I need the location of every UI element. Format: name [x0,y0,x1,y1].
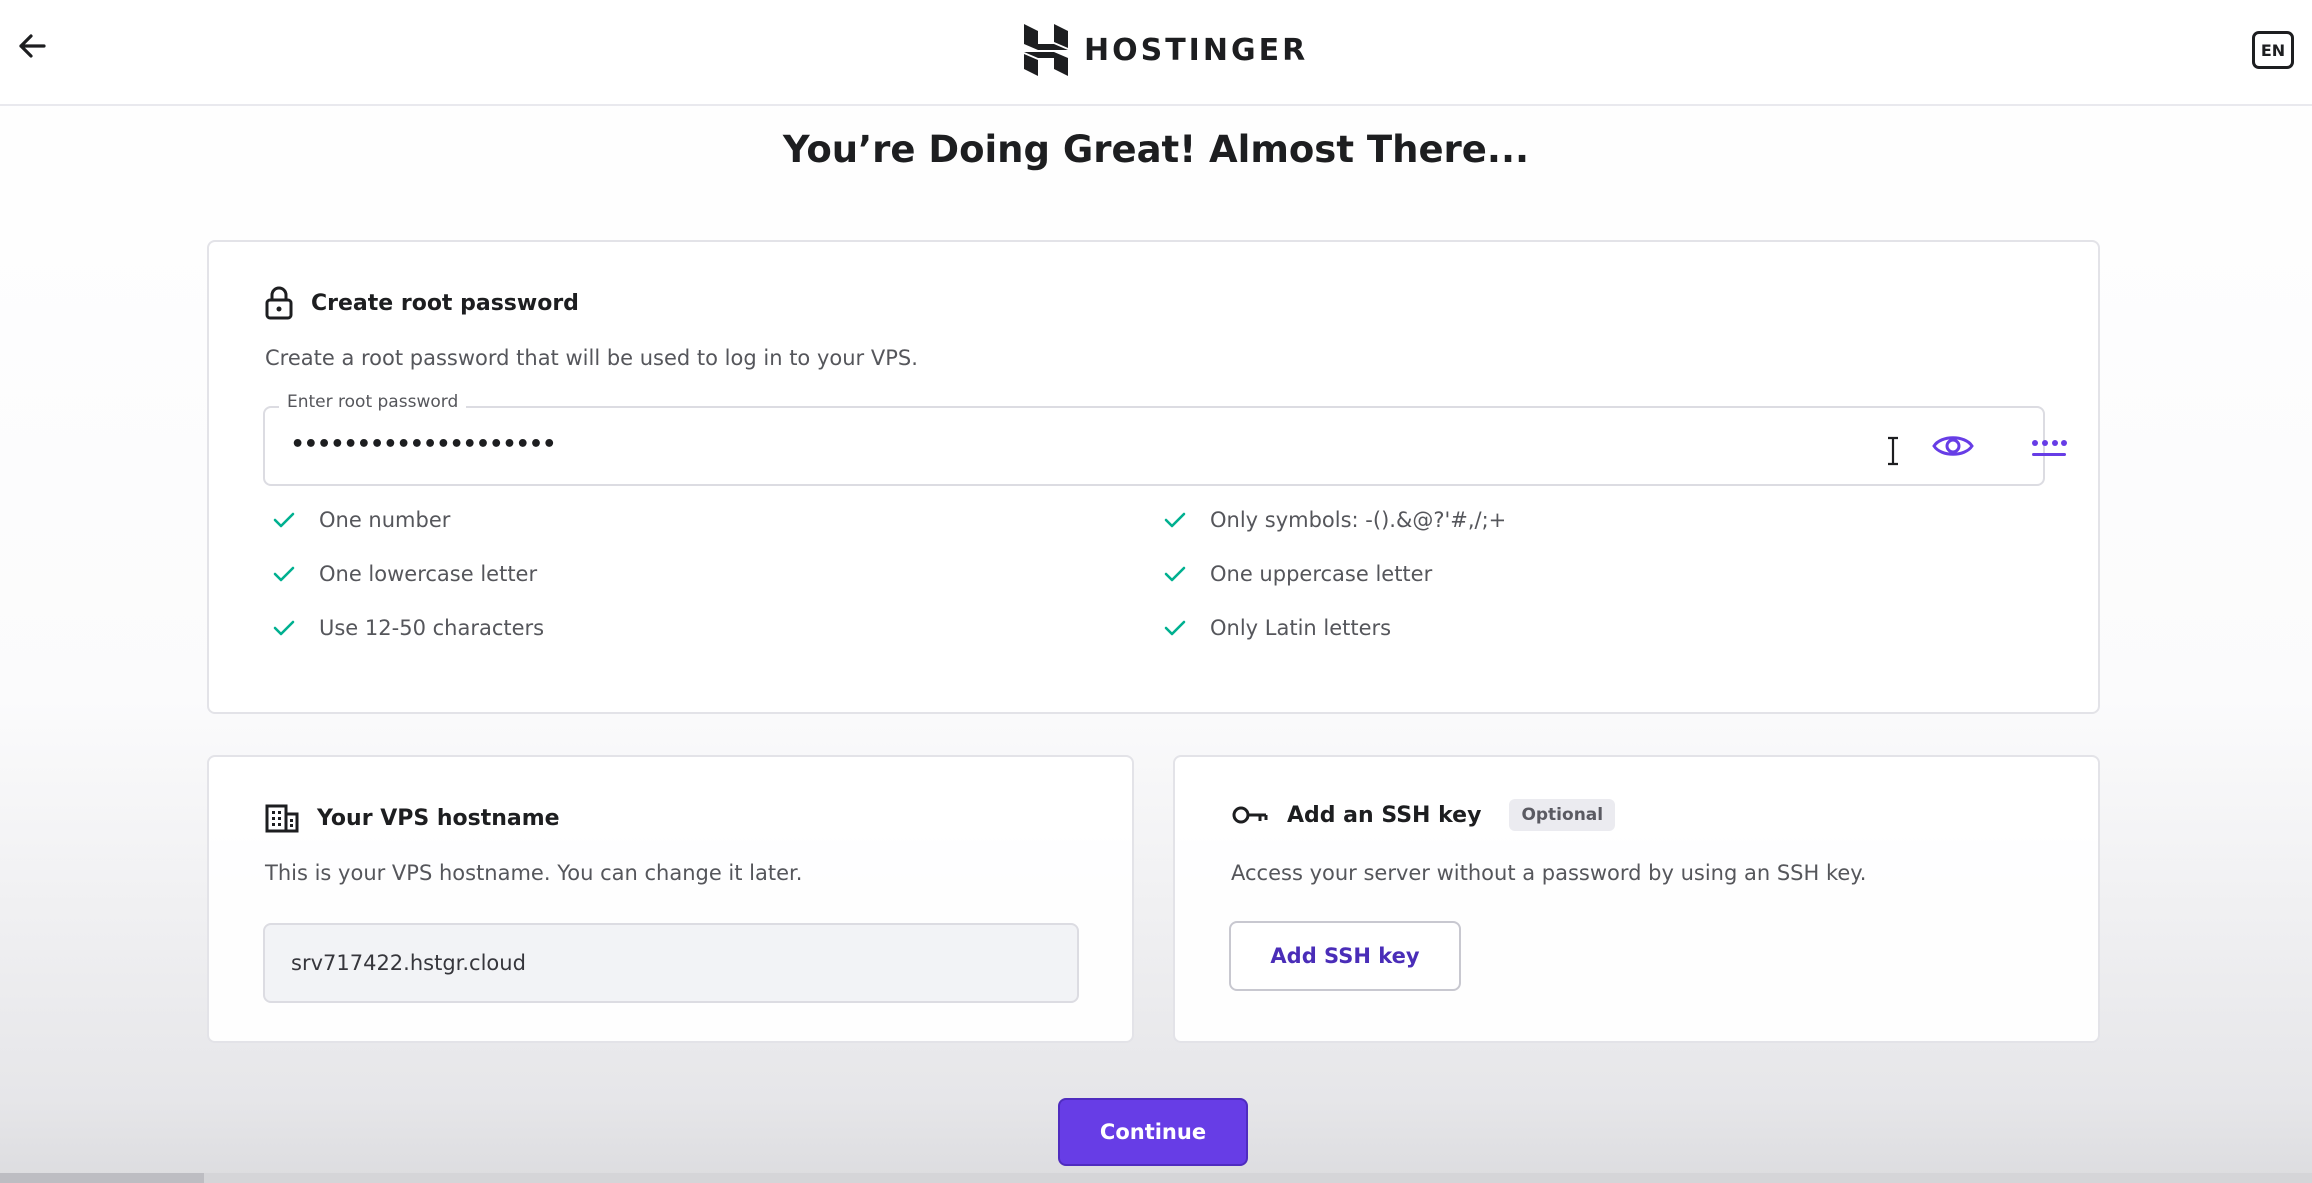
hostname-header: Your VPS hostname [265,803,560,833]
root-password-card: Create root password Create a root passw… [207,240,2100,714]
requirement-label: One number [319,508,451,532]
top-header: HOSTINGER EN [0,0,2312,106]
continue-button[interactable]: Continue [1058,1098,1248,1166]
language-switcher[interactable]: EN [2252,31,2294,69]
requirement-item: One lowercase letter [273,562,537,586]
add-ssh-key-button[interactable]: Add SSH key [1229,921,1461,991]
hostname-description: This is your VPS hostname. You can chang… [265,861,803,885]
hostname-title: Your VPS hostname [317,805,560,831]
requirement-label: One lowercase letter [319,562,538,586]
logo-text: HOSTINGER [1084,32,1309,68]
root-password-header: Create root password [265,286,579,320]
ssh-key-title: Add an SSH key [1287,802,1482,828]
requirement-item: One number [273,508,450,532]
requirement-label: One uppercase letter [1210,562,1433,586]
show-password-button[interactable] [1931,428,1975,464]
generate-password-icon [2032,440,2067,456]
requirement-item: Use 12-50 characters [273,616,544,640]
requirement-label: Only symbols: -().&@?'#,/;+ [1210,508,1507,532]
hostname-input[interactable]: srv717422.hstgr.cloud [291,951,526,975]
requirement-item: One uppercase letter [1164,562,1432,586]
hostinger-logo-icon [1024,24,1068,76]
generate-password-button[interactable] [2027,430,2071,466]
check-icon [273,566,295,582]
check-icon [273,620,295,636]
arrow-left-icon [19,34,46,58]
key-icon [1232,806,1268,824]
hostname-card: Your VPS hostname This is your VPS hostn… [207,755,1134,1043]
ssh-key-card: Add an SSH key Optional Access your serv… [1173,755,2100,1043]
ssh-key-header: Add an SSH key Optional [1231,799,1616,831]
requirement-label: Only Latin letters [1210,616,1392,640]
check-icon [1164,566,1186,582]
text-cursor-icon [1888,436,1898,466]
requirement-item: Only Latin letters [1164,616,1391,640]
ssh-key-description: Access your server without a password by… [1231,861,1867,885]
page-title: You’re Doing Great! Almost There... [782,128,1530,171]
check-icon [273,512,295,528]
check-icon [1164,620,1186,636]
optional-badge: Optional [1509,799,1616,831]
eye-icon [1932,436,1974,456]
check-icon [1164,512,1186,528]
hostname-field[interactable]: srv717422.hstgr.cloud [263,923,1079,1003]
lock-icon [265,286,293,320]
requirement-item: Only symbols: -().&@?'#,/;+ [1164,508,1506,532]
root-password-label: Enter root password [279,392,467,412]
hostinger-logo[interactable]: HOSTINGER [1024,24,1308,76]
root-password-description: Create a root password that will be used… [265,346,918,370]
bottom-scrollbar[interactable] [0,1173,2312,1183]
requirement-label: Use 12-50 characters [319,616,545,640]
scrollbar-thumb[interactable] [0,1173,204,1183]
root-password-field[interactable]: Enter root password •••••••••••••••••••• [263,392,2067,486]
building-icon [265,804,299,833]
root-password-title: Create root password [311,290,579,316]
root-password-input[interactable]: •••••••••••••••••••• [291,432,556,457]
back-button[interactable] [12,26,52,66]
